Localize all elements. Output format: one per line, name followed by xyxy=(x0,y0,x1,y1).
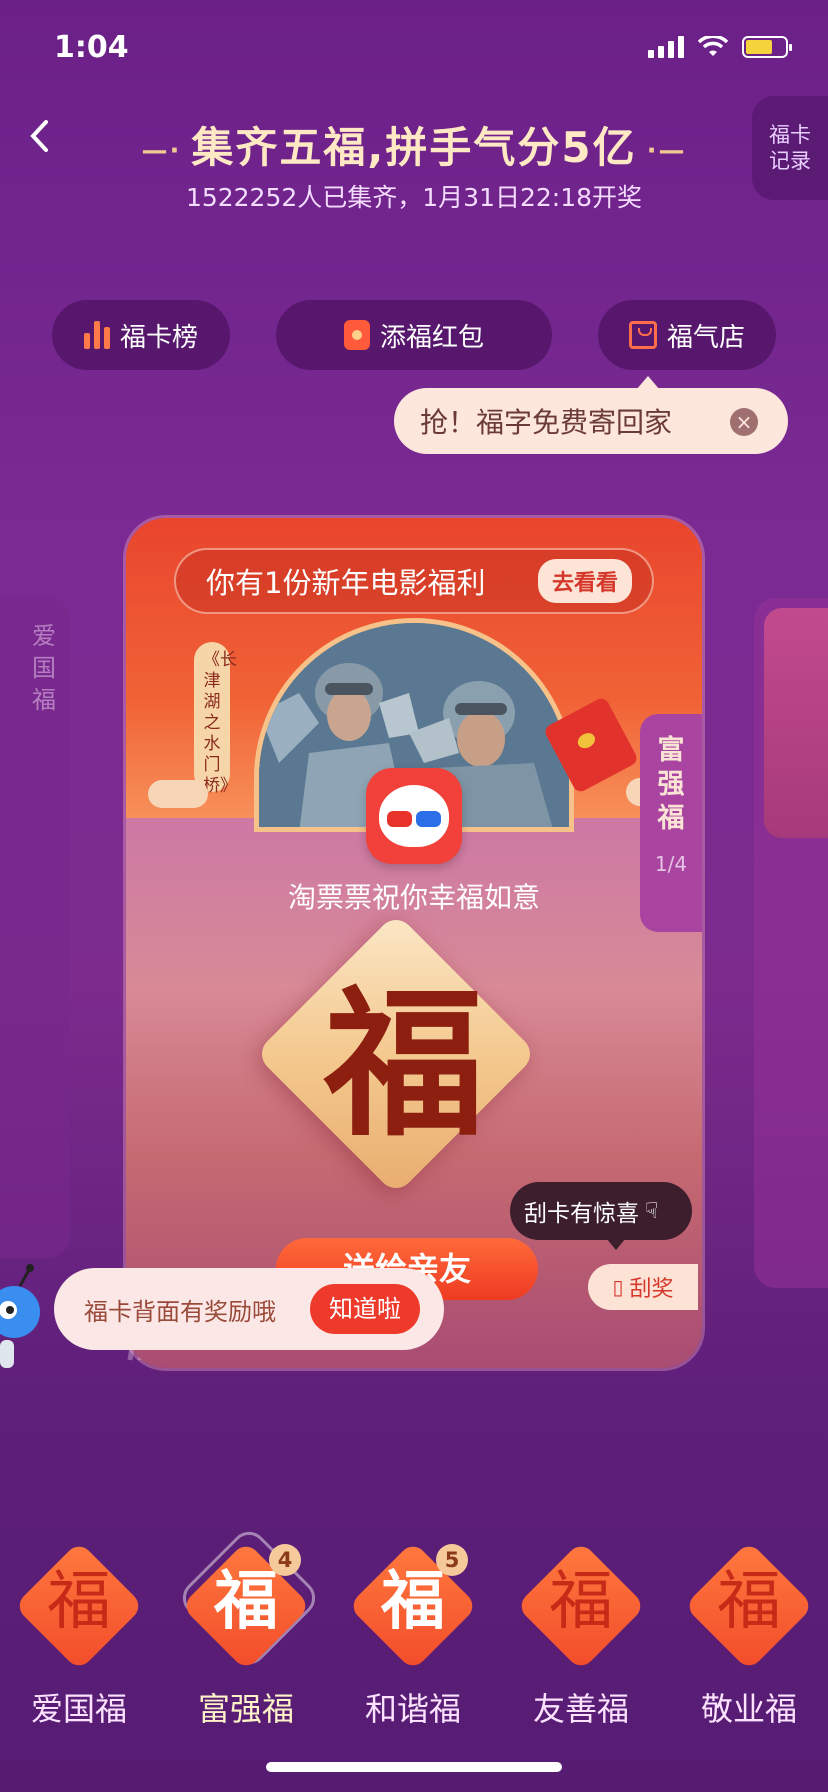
wifi-icon xyxy=(698,36,728,56)
fu-slot-label: 友善福 xyxy=(532,1690,629,1728)
fu-slot-jingye[interactable]: 福 敬业福 xyxy=(674,1538,824,1728)
fu-slot-label: 富强福 xyxy=(197,1690,294,1728)
fu-character: 福 xyxy=(323,970,484,1158)
movie-title-label: 《长津湖之水门桥》 xyxy=(194,642,237,796)
toast-text: 福卡背面有奖励哦 xyxy=(84,1297,276,1326)
sponsor-blessing: 淘票票祝你幸福如意 xyxy=(287,881,540,914)
pointing-hand-icon: ☟ xyxy=(645,1198,659,1224)
got-it-button[interactable]: 知道啦 xyxy=(310,1284,420,1334)
fu-tile-char: 福 xyxy=(549,1565,613,1639)
fu-count-badge: 4 xyxy=(269,1544,301,1576)
free-shipping-tooltip[interactable]: 抢！福字免费寄回家 × xyxy=(394,376,788,454)
previous-card-label: 爱国福 xyxy=(32,622,56,714)
fortune-shop-label: 福气店 xyxy=(666,322,745,353)
go-watch-button[interactable]: 去看看 xyxy=(537,559,632,603)
fu-count-badge: 5 xyxy=(436,1544,468,1576)
fu-card-ranking-button[interactable]: 福卡榜 xyxy=(52,300,230,370)
add-fortune-red-packet-label: 添福红包 xyxy=(379,322,484,353)
movie-benefit-banner[interactable]: 你有1份新年电影福利 去看看 xyxy=(174,548,654,614)
signal-icon xyxy=(648,36,684,58)
red-envelope-icon xyxy=(343,320,370,350)
battery-icon xyxy=(742,36,792,58)
bar-chart-icon xyxy=(83,321,110,349)
fu-tile-char: 福 xyxy=(47,1565,111,1639)
fu-slot-aiguo[interactable]: 福 爱国福 xyxy=(4,1538,154,1728)
next-card-peek[interactable] xyxy=(754,598,828,1288)
shopping-bag-icon xyxy=(628,321,657,349)
status-time: 1:04 xyxy=(54,30,129,65)
page-title-text: 集齐五福,拼手气分5亿 xyxy=(191,123,637,172)
fu-tile-char: 福 xyxy=(717,1565,781,1639)
ant-mascot-icon xyxy=(0,1264,40,1368)
card-record-label: 福卡记录 xyxy=(769,123,811,173)
page-title: —· 集齐五福,拼手气分5亿 ·— xyxy=(141,123,687,172)
movie-benefit-text: 你有1份新年电影福利 xyxy=(206,566,486,600)
page-subtitle: 1522252人已集齐，1月31日22:18开奖 xyxy=(185,183,643,212)
fu-slot-youshan[interactable]: 福 友善福 xyxy=(506,1538,656,1728)
taopiaopiao-logo xyxy=(366,768,462,864)
close-icon[interactable]: × xyxy=(730,408,758,436)
free-shipping-tooltip-text: 抢！福字免费寄回家 xyxy=(420,406,673,439)
card-index: 1/4 xyxy=(654,852,688,876)
cloud-decoration xyxy=(148,780,208,808)
fu-slot-fuqiang[interactable]: 福 4 富强福 xyxy=(171,1524,323,1728)
scratch-card-icon: ▯ xyxy=(612,1275,624,1299)
fu-slot-label: 敬业福 xyxy=(700,1690,797,1728)
scratch-tip-text: 刮卡有惊喜 xyxy=(524,1201,639,1227)
card-record-button[interactable]: 福卡记录 xyxy=(752,96,828,200)
status-icons xyxy=(648,36,792,58)
scratch-button-label: 刮奖 xyxy=(629,1277,674,1302)
fu-slot-hexie[interactable]: 福 5 和谐福 xyxy=(338,1538,488,1728)
movie-title-text: 《长津湖之水门桥》 xyxy=(203,650,237,796)
fu-slot-label: 爱国福 xyxy=(30,1690,127,1728)
home-indicator[interactable] xyxy=(266,1762,562,1772)
add-fortune-red-packet-button[interactable]: 添福红包 xyxy=(276,300,552,370)
fu-card-ranking-label: 福卡榜 xyxy=(119,322,198,353)
card-back-reward-toast: 福卡背面有奖励哦 知道啦 xyxy=(54,1268,444,1350)
card-type-tab[interactable]: 富强福 1/4 xyxy=(640,714,702,932)
scratch-surprise-tip: 刮卡有惊喜 ☟ xyxy=(510,1182,692,1250)
card-type-name: 富强福 xyxy=(657,735,685,834)
scratch-button[interactable]: ▯ 刮奖 xyxy=(588,1264,698,1310)
fu-slot-label: 和谐福 xyxy=(364,1690,461,1728)
fortune-shop-button[interactable]: 福气店 xyxy=(598,300,776,370)
